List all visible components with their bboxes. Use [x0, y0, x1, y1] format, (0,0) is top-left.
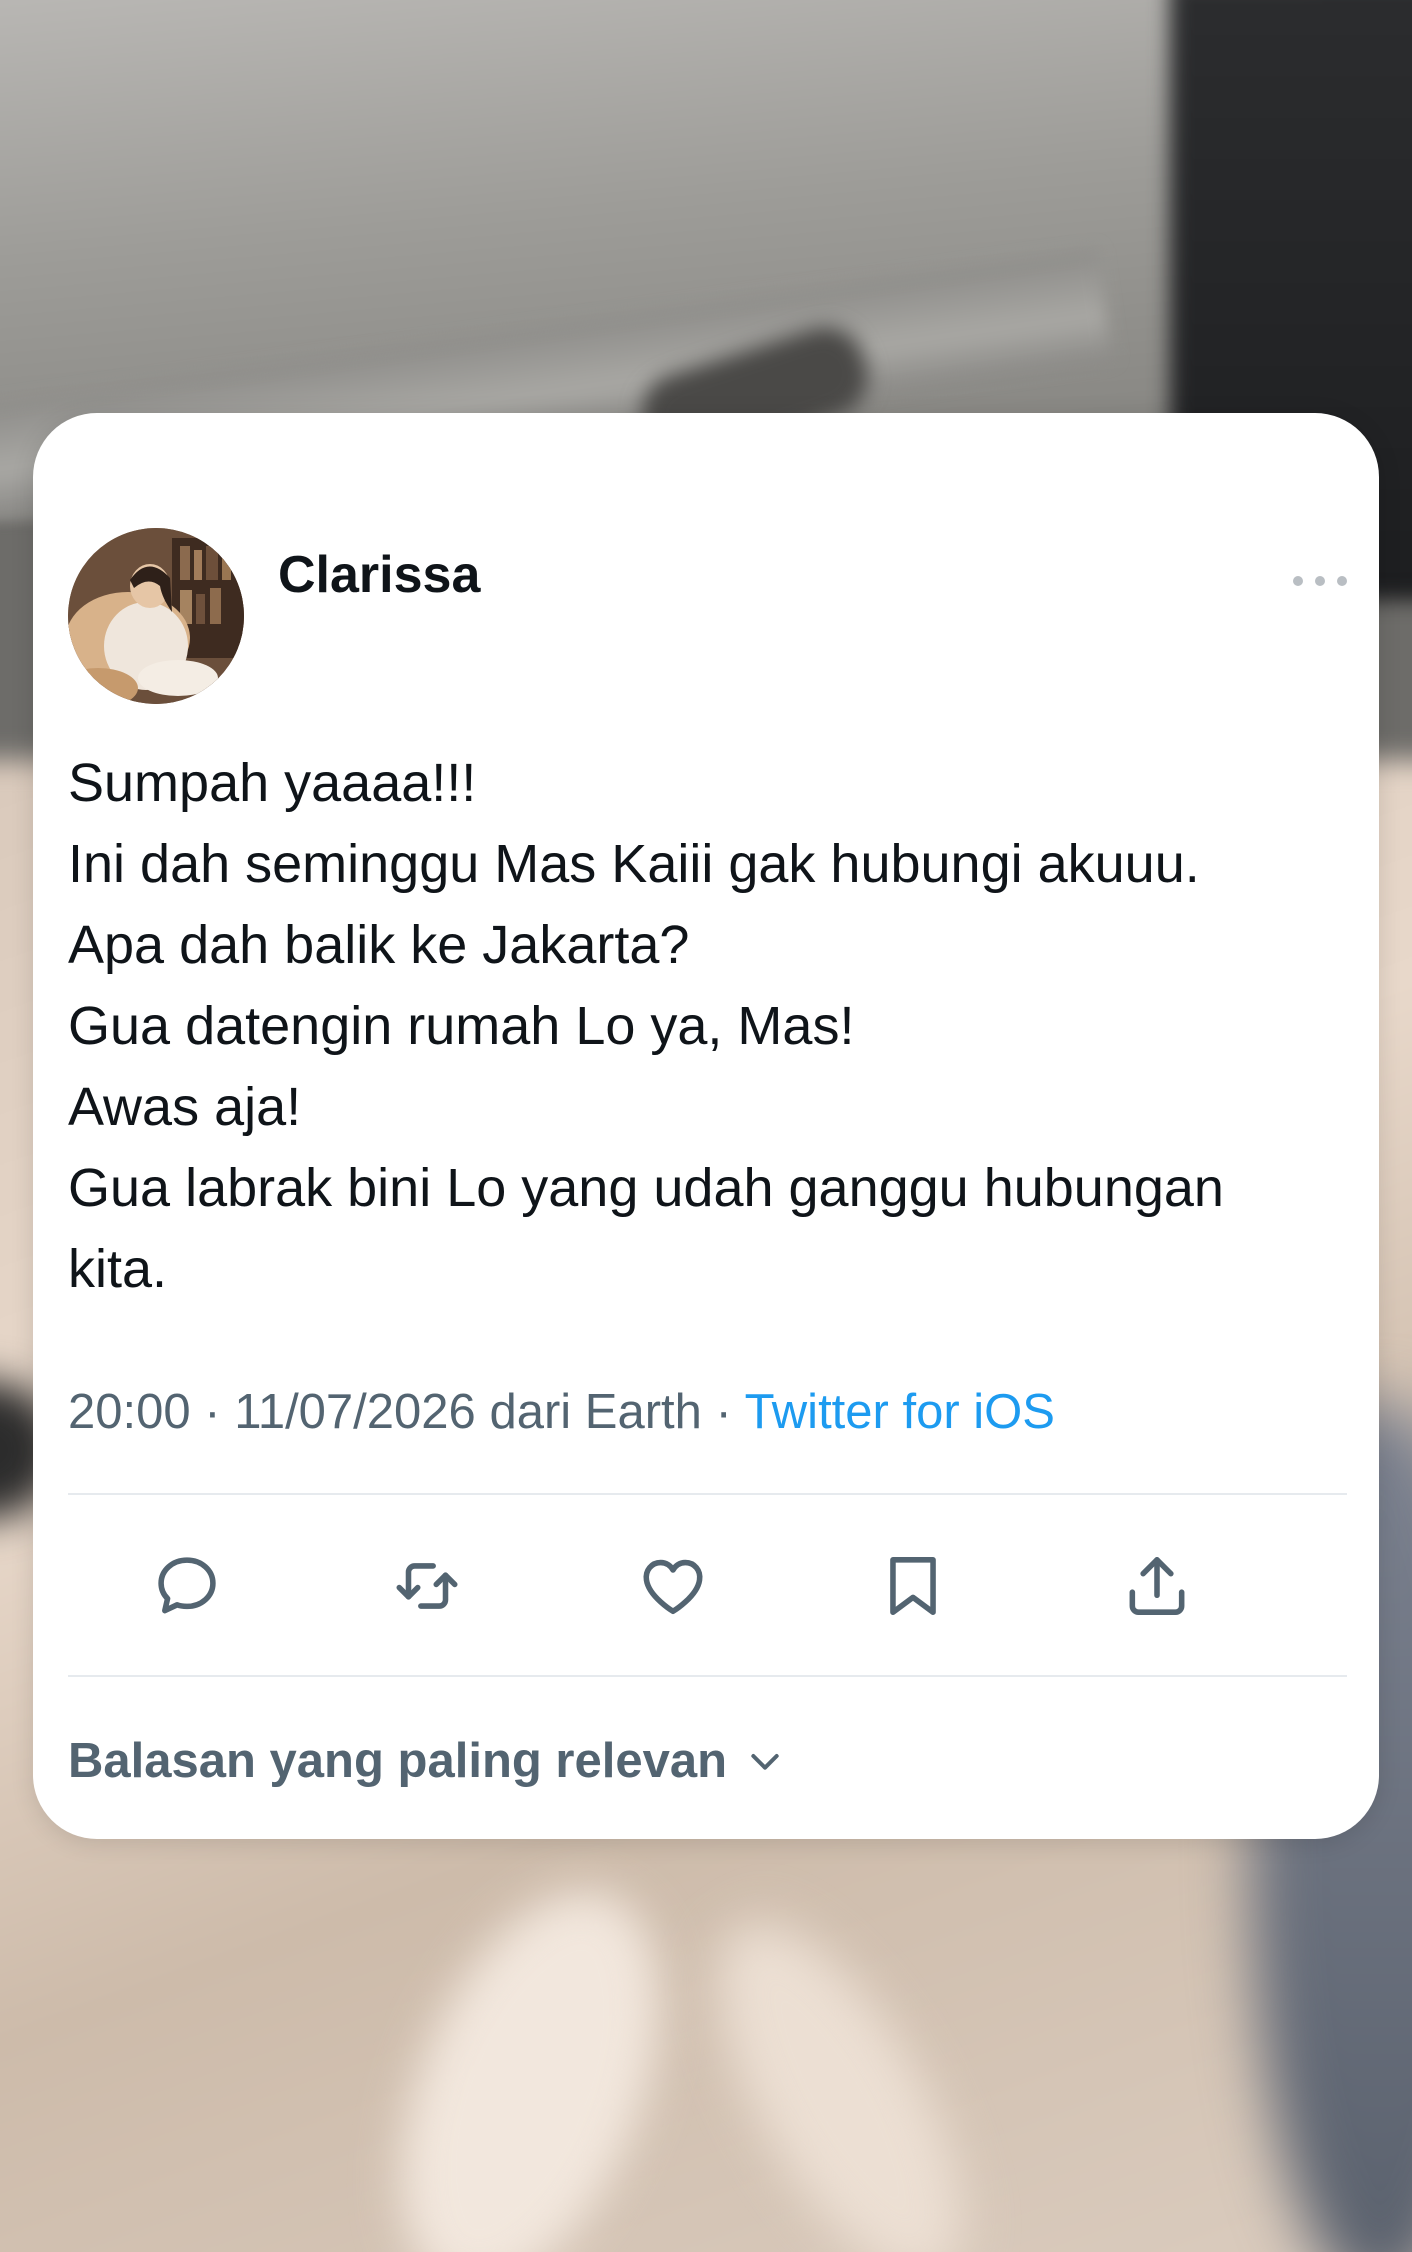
divider	[68, 1493, 1347, 1495]
heart-icon	[643, 1559, 703, 1615]
reply-bubble-icon	[158, 1557, 216, 1614]
tweet-line: Awas aja!	[68, 1077, 302, 1137]
tweet-line: Gua datengin rumah Lo ya, Mas!	[68, 996, 855, 1056]
tweet-line: Gua labrak bini Lo yang udah ganggu hubu…	[68, 1158, 1224, 1218]
tweet-location: dari Earth	[489, 1385, 702, 1439]
tweet-line: Sumpah yaaaa!!!	[68, 753, 477, 813]
meta-separator: ·	[204, 1385, 221, 1439]
ellipsis-icon	[1293, 576, 1303, 586]
avatar[interactable]	[68, 528, 244, 704]
share-button[interactable]	[1118, 1547, 1196, 1625]
share-icon	[1129, 1557, 1185, 1615]
reply-button[interactable]	[148, 1547, 226, 1625]
bookmark-icon	[890, 1557, 936, 1615]
bookmark-button[interactable]	[874, 1547, 952, 1625]
like-button[interactable]	[634, 1547, 712, 1625]
tweet-body: Sumpah yaaaa!!! Ini dah seminggu Mas Kai…	[68, 743, 1348, 1310]
retweet-button[interactable]	[388, 1547, 466, 1625]
tweet-action-bar	[68, 1525, 1347, 1645]
tweet-date[interactable]: 11/07/2026	[234, 1385, 476, 1439]
tweet-time[interactable]: 20:00	[68, 1385, 191, 1439]
chevron-down-icon	[751, 1754, 779, 1770]
tweet-source-link[interactable]: Twitter for iOS	[745, 1385, 1055, 1439]
tweet-metadata: 20:00 · 11/07/2026 dari Earth · Twitter …	[68, 1383, 1055, 1442]
replies-sort-dropdown[interactable]: Balasan yang paling relevan	[68, 1733, 785, 1789]
ellipsis-icon	[1337, 576, 1347, 586]
more-options-button[interactable]	[1293, 571, 1347, 591]
tweet-line: kita.	[68, 1239, 168, 1299]
tweet-card: Clarissa Sumpah yaaaa!!! Ini dah semingg…	[33, 413, 1379, 1839]
ellipsis-icon	[1315, 576, 1325, 586]
replies-sort-label: Balasan yang paling relevan	[68, 1734, 728, 1788]
profile-photo-icon	[68, 528, 244, 704]
tweet-line: Apa dah balik ke Jakarta?	[68, 915, 690, 975]
tweet-line: Ini dah seminggu Mas Kaiii gak hubungi a…	[68, 834, 1200, 894]
retweet-icon	[396, 1563, 458, 1609]
author-display-name[interactable]: Clarissa	[278, 549, 480, 601]
divider	[68, 1675, 1347, 1677]
meta-separator: ·	[715, 1385, 732, 1439]
